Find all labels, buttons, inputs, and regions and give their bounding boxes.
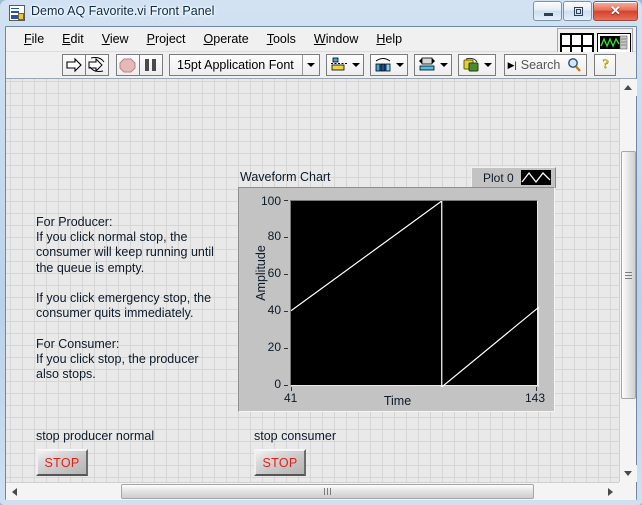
minimize-button[interactable] xyxy=(533,1,562,21)
waveform-trace xyxy=(291,201,539,387)
menu-item-project[interactable]: Project xyxy=(138,30,195,48)
distribute-objects-button[interactable] xyxy=(369,54,408,76)
waveform-chart[interactable]: Amplitude 100 80 60 40 20 0 41 143 Time xyxy=(238,187,555,412)
restore-button[interactable] xyxy=(563,1,592,21)
y-tick-mark xyxy=(284,311,288,312)
zigzag-line-icon xyxy=(520,170,551,185)
y-tick-mark xyxy=(284,274,288,275)
stop-producer-normal-button[interactable]: STOP xyxy=(36,449,88,476)
menu-item-edit[interactable]: Edit xyxy=(53,30,93,48)
search-input[interactable]: ▶| Search xyxy=(503,54,588,76)
window-title: Demo AQ Favorite.vi Front Panel xyxy=(31,4,215,18)
scrollbar-grip xyxy=(324,488,331,495)
menu-item-operate[interactable]: Operate xyxy=(195,30,258,48)
y-tick-label: 60 xyxy=(267,266,281,280)
align-objects-button[interactable] xyxy=(325,54,364,76)
font-selector-label: 15pt Application Font xyxy=(177,58,294,72)
chevron-down-icon xyxy=(306,63,315,67)
labview-window: Demo AQ Favorite.vi Front Panel ✕ File E… xyxy=(0,0,642,505)
arrow-left-icon xyxy=(12,487,17,496)
run-continuously-icon xyxy=(88,57,105,73)
menu-item-tools[interactable]: Tools xyxy=(258,30,305,48)
chart-plot-area[interactable] xyxy=(290,200,538,386)
help-button[interactable]: ? xyxy=(594,54,617,76)
control-stop-consumer: stop consumer STOP xyxy=(254,429,336,476)
vertical-scrollbar-thumb[interactable] xyxy=(620,151,636,399)
abort-execution-button[interactable] xyxy=(116,54,140,76)
resize-objects-icon xyxy=(418,57,435,71)
run-arrow-icon xyxy=(66,57,82,73)
menu-bar: File Edit View Project Operate Tools Win… xyxy=(6,27,636,52)
arrow-down-icon xyxy=(624,471,632,476)
instructions-text: For Producer: If you click normal stop, … xyxy=(36,215,214,382)
scroll-up-button[interactable] xyxy=(619,79,637,96)
chevron-down-icon xyxy=(395,63,404,67)
y-tick-label: 0 xyxy=(274,377,281,391)
y-tick-mark xyxy=(284,385,288,386)
pause-button[interactable] xyxy=(139,54,163,76)
scroll-right-button[interactable] xyxy=(602,483,619,500)
font-selector-arrow[interactable] xyxy=(301,55,319,75)
scroll-left-button[interactable] xyxy=(6,483,23,500)
title-bar[interactable]: Demo AQ Favorite.vi Front Panel ✕ xyxy=(0,0,642,26)
run-continuously-button[interactable] xyxy=(85,54,109,76)
labview-vi-icon xyxy=(9,5,25,21)
menu-item-file[interactable]: File xyxy=(15,30,53,48)
vertical-scrollbar[interactable] xyxy=(619,79,637,482)
horizontal-scrollbar-thumb[interactable] xyxy=(121,484,534,499)
chevron-down-icon xyxy=(483,63,492,67)
scrollbar-corner xyxy=(619,482,636,500)
chevron-down-icon xyxy=(439,63,448,67)
chart-x-axis-label: Time xyxy=(383,394,412,408)
restore-icon xyxy=(574,7,583,16)
control-stop-producer-normal: stop producer normal STOP xyxy=(36,429,154,476)
menu-item-help[interactable]: Help xyxy=(367,30,411,48)
plot-legend-label: Plot 0 xyxy=(483,170,514,185)
magnifier-icon xyxy=(568,58,582,72)
distribute-objects-icon xyxy=(375,58,391,72)
front-panel-canvas[interactable]: For Producer: If you click normal stop, … xyxy=(6,79,619,482)
arrow-up-icon xyxy=(624,85,632,90)
scrollbar-grip xyxy=(624,271,632,279)
control-label: stop producer normal xyxy=(36,429,155,443)
chevron-down-icon xyxy=(351,63,360,67)
y-tick-label: 40 xyxy=(267,303,281,317)
pause-icon xyxy=(145,59,156,71)
plot-legend[interactable]: Plot 0 xyxy=(471,167,556,188)
reorder-objects-button[interactable] xyxy=(457,54,496,76)
vi-client-area: File Edit View Project Operate Tools Win… xyxy=(5,26,637,500)
minimize-icon xyxy=(544,13,553,16)
y-tick-mark xyxy=(284,237,288,238)
scroll-down-button[interactable] xyxy=(619,465,637,482)
run-button[interactable] xyxy=(62,54,86,76)
align-objects-icon xyxy=(330,57,347,71)
search-placeholder: Search xyxy=(520,58,561,72)
close-button[interactable]: ✕ xyxy=(593,1,638,21)
vi-toolbar: 15pt Application Font ▶| Search ? xyxy=(6,52,636,79)
reorder-objects-icon xyxy=(463,57,479,72)
arrow-right-icon xyxy=(608,487,613,496)
y-tick-mark xyxy=(284,200,288,201)
y-tick-label: 80 xyxy=(267,229,281,243)
horizontal-scrollbar[interactable] xyxy=(6,482,619,500)
search-expand-icon[interactable]: ▶| xyxy=(507,55,518,75)
y-tick-label: 20 xyxy=(267,340,281,354)
resize-objects-button[interactable] xyxy=(413,54,452,76)
menu-item-window[interactable]: Window xyxy=(305,30,367,48)
font-selector[interactable]: 15pt Application Font xyxy=(169,54,320,76)
abort-execution-icon xyxy=(119,58,136,73)
window-buttons: ✕ xyxy=(533,1,638,21)
close-icon: ✕ xyxy=(610,3,621,18)
stop-consumer-button[interactable]: STOP xyxy=(254,449,306,476)
y-tick-label: 100 xyxy=(260,194,281,208)
control-label: stop consumer xyxy=(254,429,336,443)
chart-label: Waveform Chart xyxy=(240,170,331,184)
menu-item-view[interactable]: View xyxy=(93,30,138,48)
y-tick-mark xyxy=(284,348,288,349)
